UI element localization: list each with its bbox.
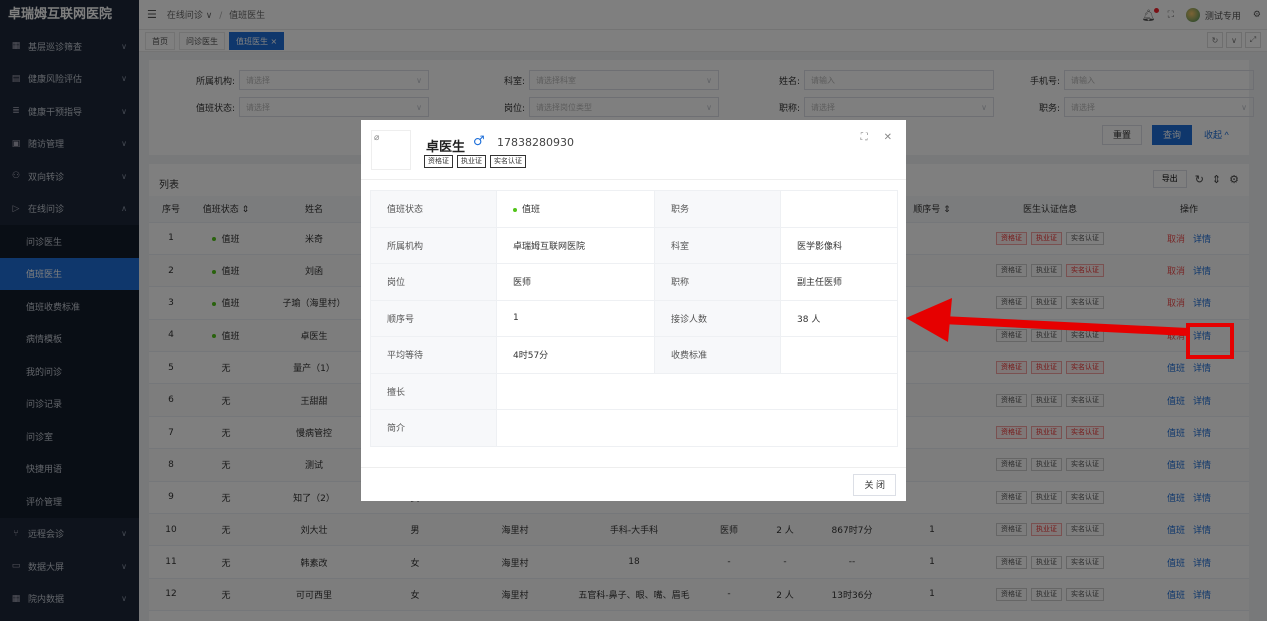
info-value: 值班	[496, 190, 655, 228]
info-value: 副主任医师	[780, 263, 898, 301]
annotation-highlight-box	[1186, 323, 1234, 359]
info-label: 职务	[654, 190, 781, 228]
info-value: 1	[496, 299, 655, 337]
annotation-arrow-icon	[906, 298, 1189, 342]
info-row: 岗位 医师 职称 副主任医师	[370, 263, 898, 301]
info-label: 平均等待	[370, 336, 497, 374]
info-label: 岗位	[370, 263, 497, 301]
info-value: 38 人	[780, 299, 898, 337]
info-label: 收费标准	[654, 336, 781, 374]
arrow-head	[906, 298, 952, 342]
status-dot	[513, 207, 517, 212]
doctor-avatar: ⌀	[371, 130, 411, 170]
duty-status-text: 值班	[522, 205, 541, 216]
certificate-badges: 资格证 执业证 实名认证	[424, 155, 526, 168]
modal-header: ⌀ 卓医生 ♂ 17838280930 资格证 执业证 实名认证 ⛶ ✕	[361, 120, 906, 180]
modal-footer: 关 闭	[361, 467, 906, 501]
info-label: 接诊人数	[654, 299, 781, 337]
info-row: 平均等待 4时57分 收费标准	[370, 336, 898, 374]
info-value: 卓瑞姆互联网医院	[496, 226, 655, 264]
info-row: 擅长	[370, 372, 898, 410]
info-row: 值班状态 值班 职务	[370, 190, 898, 228]
info-label: 擅长	[370, 372, 497, 410]
info-label: 顺序号	[370, 299, 497, 337]
badge-qualification[interactable]: 资格证	[424, 155, 453, 168]
info-label: 科室	[654, 226, 781, 264]
info-value	[780, 336, 898, 374]
doctor-name: 卓医生	[426, 140, 466, 155]
broken-image-icon: ⌀	[374, 133, 380, 143]
doctor-info-table: 值班状态 值班 职务 所属机构 卓瑞姆互联网医院 科室 医学影像科 岗位 医师 职称 副主任医师 顺序…	[370, 190, 898, 447]
info-value: 医师	[496, 263, 655, 301]
male-icon: ♂	[473, 134, 485, 149]
doctor-phone: 17838280930	[497, 136, 574, 149]
info-label: 值班状态	[370, 190, 497, 228]
info-value	[496, 372, 898, 410]
fullscreen-icon[interactable]: ⛶	[861, 132, 868, 143]
arrow-shaft	[941, 316, 1189, 336]
doctor-detail-modal: ⌀ 卓医生 ♂ 17838280930 资格证 执业证 实名认证 ⛶ ✕ 值班状…	[361, 120, 906, 501]
info-row: 所属机构 卓瑞姆互联网医院 科室 医学影像科	[370, 226, 898, 264]
info-row: 顺序号 1 接诊人数 38 人	[370, 299, 898, 337]
info-value: 医学影像科	[780, 226, 898, 264]
info-label: 所属机构	[370, 226, 497, 264]
close-icon[interactable]: ✕	[884, 132, 892, 143]
info-value	[780, 190, 898, 228]
modal-controls: ⛶ ✕	[861, 132, 892, 143]
info-value	[496, 409, 898, 447]
badge-real-name[interactable]: 实名认证	[490, 155, 526, 168]
info-value: 4时57分	[496, 336, 655, 374]
close-button[interactable]: 关 闭	[853, 474, 896, 496]
badge-practice-license[interactable]: 执业证	[457, 155, 486, 168]
info-row: 简介	[370, 409, 898, 447]
info-label: 职称	[654, 263, 781, 301]
info-label: 简介	[370, 409, 497, 447]
